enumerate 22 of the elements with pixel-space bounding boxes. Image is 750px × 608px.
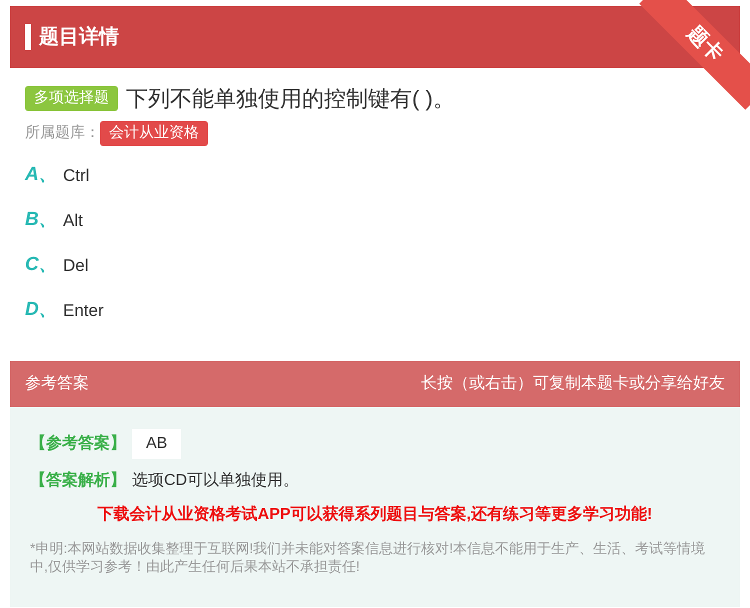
option-letter: A、 — [25, 163, 59, 188]
question-type-badge: 多项选择题 — [25, 86, 118, 111]
section-title: 参考答案 — [25, 373, 89, 394]
option-letter: D、 — [25, 298, 59, 322]
option-text: Ctrl — [63, 164, 90, 187]
bank-tag: 会计从业资格 — [100, 121, 208, 146]
question-text: 下列不能单独使用的控制键有( )。 — [126, 85, 455, 113]
option-text: Enter — [63, 300, 104, 322]
answer-label: 【参考答案】 — [30, 433, 126, 454]
share-hint: 长按（或右击）可复制本题卡或分享给好友 — [421, 374, 725, 394]
option-text: Alt — [63, 210, 83, 232]
answer-value: AB — [132, 428, 182, 458]
option-text: Del — [63, 254, 89, 277]
option-letter: B、 — [25, 208, 59, 232]
analysis-text: 选项CD可以单独使用。 — [132, 470, 300, 490]
disclaimer-text: *申明:本网站数据收集整理于互联网!我们并未能对答案信息进行核对!本信息不能用于生产、生活、考试等情境中,仅供学习参考！由此产生任何后果本站不承担责任! — [30, 538, 706, 574]
bank-label: 所属题库： — [25, 123, 100, 143]
analysis-label: 【答案解析】 — [30, 470, 126, 490]
option-letter: C、 — [25, 253, 59, 278]
promo-text: 下载会计从业资格考试APP可以获得系列题目与答案,还有练习等更多学习功能! — [98, 506, 652, 522]
page-title: 题目详情 — [39, 24, 119, 50]
accent-bar — [25, 24, 31, 50]
